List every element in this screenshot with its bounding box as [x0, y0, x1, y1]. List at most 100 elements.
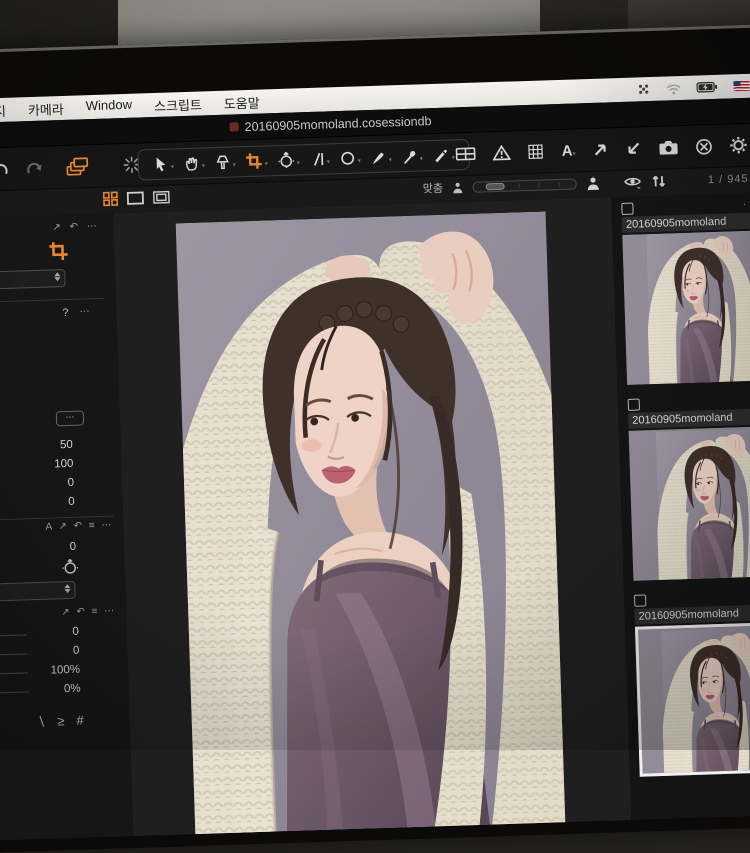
fit-label[interactable]: 맞춤 — [422, 180, 443, 197]
divider — [0, 298, 104, 303]
loupe-tool[interactable]: ▾ — [210, 153, 242, 171]
rating-dots[interactable]: ····· — [743, 198, 750, 210]
slider-value[interactable]: 100% — [50, 664, 80, 677]
help-button[interactable]: ? — [62, 307, 69, 319]
slider-line[interactable] — [0, 653, 28, 656]
section-header-icons[interactable]: A ↗ ↶ ≡ ⋯ — [45, 520, 113, 533]
thumbnail-item[interactable]: ····· 20160905momoland — [628, 393, 750, 581]
adjustments-sidebar: ↗ ↶ ⋯ ? ⋯ ⋯ 50 100 0 0 A ↗ ↶ ≡ ⋯ 0 — [0, 213, 133, 840]
thumbnail-image[interactable] — [629, 426, 750, 581]
menu-scripts[interactable]: 스크립트 — [154, 94, 202, 115]
capture-one-window: 지 카메라 Window 스크립트 도움말 — [0, 72, 750, 838]
sort-order-icon[interactable] — [651, 173, 668, 189]
menu-camera[interactable]: 카메라 — [28, 98, 64, 118]
thumbnail-image[interactable] — [622, 230, 750, 385]
thumbnail-image[interactable] — [635, 622, 750, 777]
thumbnail-filename: 20160905momoland — [622, 212, 750, 233]
export-arrow-icon[interactable] — [592, 141, 609, 158]
image-counter: 1 / 945 — [708, 173, 749, 186]
exposure-warning-icon[interactable] — [492, 145, 511, 162]
zoom-slider-knob[interactable] — [486, 182, 505, 190]
slider-line[interactable] — [0, 634, 27, 637]
grid-overlay-icon[interactable] — [527, 143, 545, 160]
slider-value[interactable]: 0 — [73, 645, 80, 657]
slider-value[interactable]: 0 — [72, 626, 79, 638]
menu-help[interactable]: 도움말 — [223, 92, 259, 112]
panel-header-icons[interactable]: ↗ ↶ ⋯ — [52, 221, 100, 234]
slider-value[interactable]: 0% — [64, 683, 81, 696]
adjust-value-field[interactable]: 100 — [54, 458, 74, 471]
cancel-circle-icon[interactable] — [695, 138, 713, 156]
compare-icon[interactable]: ≥ — [57, 713, 77, 729]
grid-small-icon[interactable]: # — [76, 712, 96, 728]
menubar-status-area — [637, 78, 750, 96]
thumbnail-checkbox[interactable] — [621, 202, 633, 214]
straighten-tool[interactable]: ▾ — [305, 150, 336, 168]
adjust-value-field[interactable]: 0 — [67, 477, 74, 489]
spot-removal-tool[interactable]: ▾ — [335, 149, 367, 167]
section-header-icons[interactable]: ↗ ↶ ≡ ⋯ — [61, 606, 116, 619]
camera-capture-icon[interactable] — [658, 139, 679, 156]
import-arrow-icon[interactable] — [625, 140, 642, 157]
menu-window[interactable]: Window — [85, 96, 132, 116]
section-a-label: A — [45, 521, 53, 532]
zoom-slider[interactable] — [473, 178, 577, 192]
undo-icon[interactable] — [0, 160, 10, 178]
copy-adjustments-icon[interactable] — [66, 156, 93, 177]
zoom-out-person-icon[interactable] — [452, 181, 464, 194]
viewer-frame-icon[interactable] — [153, 190, 171, 206]
rotation-value-field[interactable]: 0 — [69, 541, 76, 553]
input-language-flag-icon[interactable] — [733, 81, 749, 92]
slider-line[interactable] — [0, 672, 28, 675]
slider-line[interactable] — [0, 691, 29, 694]
battery-charging-icon[interactable] — [696, 81, 718, 94]
history-group — [0, 143, 141, 190]
annotation-label: A — [561, 142, 572, 159]
select-tool[interactable]: ▾ — [148, 155, 180, 173]
pick-color-tool[interactable]: ▾ — [397, 147, 429, 165]
crop-panel-icon[interactable] — [48, 241, 69, 262]
zoom-controls: 맞춤 — [422, 172, 668, 196]
zoom-in-person-icon[interactable] — [586, 175, 601, 190]
annotation-tool[interactable]: A▾ — [561, 142, 575, 159]
thumbnail-item-selected[interactable]: ····· 20160905momoland — [634, 589, 750, 777]
thumbnail-item[interactable]: ····· 20160905momoland — [621, 197, 750, 385]
thumbnail-checkbox[interactable] — [634, 594, 646, 606]
panel-more-icon[interactable]: ⋯ — [79, 306, 92, 317]
wifi-icon[interactable] — [665, 81, 681, 95]
rotate-tool[interactable]: ▾ — [273, 151, 306, 169]
cursor-tool-group: ▾ ▾ ▾ ▾ ▾ ▾ ▾ ▾ ▾ — [137, 139, 470, 181]
thumbnail-header: ····· — [621, 197, 750, 215]
main-photo — [176, 211, 566, 836]
grid-view-icon[interactable] — [103, 191, 119, 207]
proof-eye-icon[interactable] — [624, 174, 642, 190]
app-extra-icon[interactable] — [637, 82, 650, 95]
more-options-button[interactable]: ⋯ — [56, 410, 84, 426]
thumbnail-header: ····· — [628, 393, 750, 411]
thumbnail-header: ····· — [634, 589, 750, 607]
rotation-select[interactable] — [0, 581, 76, 602]
single-view-icon[interactable] — [127, 190, 145, 206]
thumbnail-checkbox[interactable] — [628, 398, 640, 410]
aspect-ratio-select[interactable] — [0, 269, 66, 290]
settings-gear-icon[interactable] — [729, 136, 748, 155]
image-viewer — [113, 197, 631, 836]
thumbnail-filename: 20160905momoland — [628, 408, 750, 429]
rotation-dial-icon[interactable] — [61, 559, 79, 577]
redo-icon[interactable] — [25, 159, 44, 177]
workspace: ↗ ↶ ⋯ ? ⋯ ⋯ 50 100 0 0 A ↗ ↶ ≡ ⋯ 0 — [0, 191, 750, 841]
footer-icons[interactable]: ∖≥# — [37, 712, 96, 730]
session-icon — [229, 122, 238, 131]
crop-tool[interactable]: ▾ — [241, 152, 274, 170]
thumbnail-filename: 20160905momoland — [634, 604, 750, 625]
menu-image[interactable]: 지 — [0, 100, 6, 119]
draw-mask-tool[interactable]: ▾ — [366, 148, 398, 166]
adjust-value-field[interactable]: 0 — [68, 496, 75, 508]
browser-filmstrip: ····· 20160905momoland ····· 20160905mom… — [611, 191, 750, 820]
session-title: 20160905momoland.cosessiondb — [244, 114, 431, 134]
flip-icon[interactable]: ∖ — [37, 713, 58, 729]
laptop-display: 지 카메라 Window 스크립트 도움말 — [0, 23, 750, 853]
adjust-value-field[interactable]: 50 — [60, 439, 73, 451]
pan-tool[interactable]: ▾ — [179, 154, 211, 172]
exposure-evaluation-icon[interactable] — [456, 146, 477, 163]
